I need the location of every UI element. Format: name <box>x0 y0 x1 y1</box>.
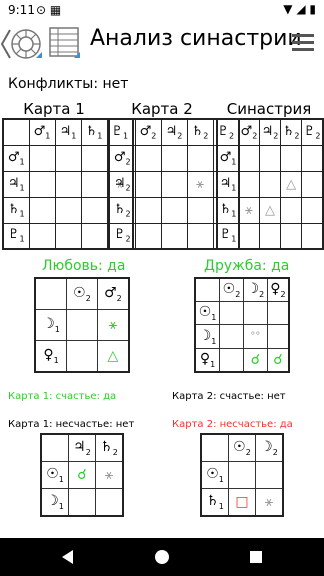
battery-icon: ▮ <box>309 2 316 16</box>
jupiter-icon: ♃2 <box>108 170 136 198</box>
system-nav-bar <box>0 538 324 576</box>
chart1-title: Карта 1 <box>23 100 85 118</box>
sesquiquadrate-aspect-icon: ⚹ <box>254 487 284 517</box>
chart2-happiness: Карта 2: счастье: нет <box>172 391 286 402</box>
chart2-unhappiness: Карта 2: несчастье: да <box>172 419 293 430</box>
mars-icon: ♂2 <box>108 144 136 172</box>
conjunction-aspect-icon: ☌ <box>242 347 268 373</box>
sesquiquadrate-aspect-icon: ⚹ <box>237 196 260 224</box>
jupiter-icon: ♃2 <box>160 118 188 146</box>
conjunction-aspect-icon: ☌ <box>266 347 290 373</box>
wifi-icon: ▼ <box>283 2 293 16</box>
status-bar: 9:11 ⊙ ▦ ▼ ◢ ▮ <box>0 0 324 22</box>
trine-aspect-icon: △ <box>96 339 130 373</box>
venus-icon: ♀2 <box>266 277 290 303</box>
chart2-title: Карта 2 <box>131 100 193 118</box>
friendship-verdict: Дружба: да <box>204 258 290 274</box>
sextile-aspect-icon: ⚹ <box>96 309 130 341</box>
jupiter-icon: ♃2 <box>68 433 96 463</box>
moon-icon: ☽1 <box>194 324 221 349</box>
moon-icon: ☽1 <box>40 487 70 517</box>
back-wheel-icon[interactable] <box>0 26 44 62</box>
jupiter-icon: ♃1 <box>216 170 239 198</box>
sun-icon: ☉2 <box>219 277 244 303</box>
moon-icon: ☽2 <box>242 277 268 303</box>
square-aspect-icon: □ <box>228 487 256 517</box>
chart1-happiness-grid: ♃2 ♄2 ☉1 ☌ ⚹ ☽1 <box>40 433 124 517</box>
chart2-unhappiness-grid: ☉2 ☽2 ☉1 ♄1 □ ⚹ <box>200 433 284 517</box>
status-time: 9:11 <box>8 3 35 17</box>
sun-icon: ☉1 <box>200 461 230 489</box>
sun-icon: ☉2 <box>228 433 256 463</box>
saturn-icon: ♄1 <box>80 118 108 146</box>
jupiter-icon: ♃2 <box>258 118 282 146</box>
trine-aspect-icon: △ <box>280 170 303 198</box>
saturn-icon: ♄2 <box>280 118 303 146</box>
jupiter-icon: ♃1 <box>54 118 82 146</box>
sesquiquadrate-aspect-icon: ⚹ <box>94 461 124 489</box>
mars-icon: ♂2 <box>96 277 130 311</box>
sun-icon: ☉2 <box>66 277 98 311</box>
chart1-unhappiness: Карта 1: несчастье: нет <box>8 419 135 430</box>
mars-icon: ♂1 <box>28 118 56 146</box>
notification-icons: ⊙ ▦ <box>36 3 62 17</box>
semisextile-aspect-icon: °° <box>242 324 268 349</box>
app-bar: Анализ синастрии <box>0 22 324 62</box>
saturn-icon: ♄1 <box>200 487 230 517</box>
mars-icon: ♂1 <box>216 144 239 172</box>
back-nav-icon[interactable] <box>58 547 78 567</box>
table-icon[interactable] <box>48 26 82 60</box>
page-title: Анализ синастрии <box>90 26 302 51</box>
pluto-icon: ♇1 <box>2 222 30 250</box>
synastry-title: Синастрия <box>226 100 312 118</box>
pluto-icon: ♇2 <box>108 222 136 250</box>
chart1-happiness: Карта 1: счастье: да <box>8 391 117 402</box>
conflicts-status: Конфликты: нет <box>8 76 129 92</box>
status-indicators: ▼ ◢ ▮ <box>283 2 316 16</box>
home-nav-icon[interactable] <box>152 547 172 567</box>
moon-icon: ☽2 <box>254 433 284 463</box>
moon-icon: ☽1 <box>34 309 68 341</box>
mars-icon: ♂1 <box>2 144 30 172</box>
saturn-icon: ♄2 <box>108 196 136 224</box>
saturn-icon: ♄2 <box>186 118 214 146</box>
saturn-icon: ♄1 <box>2 196 30 224</box>
sun-icon: ☉1 <box>40 461 70 489</box>
recents-nav-icon[interactable] <box>246 547 266 567</box>
love-verdict: Любовь: да <box>42 258 126 274</box>
synastry-aspect-grid: ♂2 ♃2 ♄2 ♇2 ♂1 ♃1 △ ♄1 ⚹ △ ♇1 <box>216 118 324 250</box>
pluto-icon: ♇1 <box>216 222 239 250</box>
conjunction-aspect-icon: ☌ <box>68 461 96 489</box>
jupiter-icon: ♃1 <box>2 170 30 198</box>
mars-icon: ♂2 <box>134 118 162 146</box>
sun-icon: ☉1 <box>194 301 221 326</box>
venus-icon: ♀1 <box>194 347 221 373</box>
friendship-grid: ☉2 ☽2 ♀2 ☉1 ☽1 °° ♀1 ☌ ☌ <box>194 277 290 373</box>
signal-icon: ◢ <box>296 2 306 16</box>
mars-icon: ♂2 <box>237 118 260 146</box>
love-grid: ☉2 ♂2 ☽1 ⚹ ♀1 △ <box>34 277 130 373</box>
saturn-icon: ♄1 <box>216 196 239 224</box>
trine-aspect-icon: △ <box>258 196 282 224</box>
pluto-icon: ♇2 <box>301 118 324 146</box>
menu-icon[interactable] <box>290 30 316 56</box>
venus-icon: ♀1 <box>34 339 68 373</box>
sesquiquadrate-aspect-icon: ⚹ <box>186 170 214 198</box>
saturn-icon: ♄2 <box>94 433 124 463</box>
